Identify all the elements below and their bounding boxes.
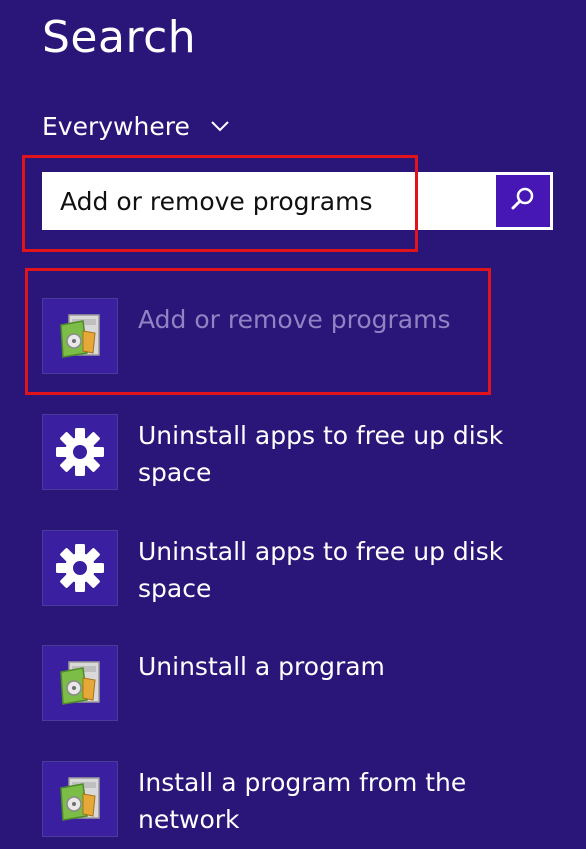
result-item-install-from-network[interactable]: Install a program from the network [42, 761, 562, 838]
search-scope-dropdown[interactable]: Everywhere [42, 106, 230, 146]
result-label: Uninstall apps to free up disk space [138, 537, 504, 603]
search-charm-panel: Search Everywhere Add or remove programs… [0, 0, 586, 849]
result-label: Add or remove programs [138, 305, 451, 334]
result-label: Uninstall a program [138, 652, 385, 681]
gear-icon [42, 414, 118, 490]
result-item-uninstall-apps[interactable]: Uninstall apps to free up disk space [42, 414, 562, 491]
program-installer-icon [42, 298, 118, 374]
gear-icon [42, 530, 118, 606]
result-label: Uninstall apps to free up disk space [138, 421, 504, 487]
search-input[interactable] [42, 172, 496, 230]
result-item-uninstall-apps[interactable]: Uninstall apps to free up disk space [42, 530, 562, 607]
search-scope-label: Everywhere [42, 111, 190, 141]
result-item-uninstall-program[interactable]: Uninstall a program [42, 645, 562, 721]
program-installer-icon [42, 645, 118, 721]
result-item-add-remove-programs[interactable]: Add or remove programs [42, 298, 562, 374]
search-box [42, 172, 553, 230]
program-installer-icon [42, 761, 118, 837]
search-icon [509, 185, 537, 217]
search-button[interactable] [496, 175, 550, 227]
result-label: Install a program from the network [138, 768, 467, 834]
page-title: Search [42, 12, 197, 63]
chevron-down-icon [210, 120, 230, 132]
